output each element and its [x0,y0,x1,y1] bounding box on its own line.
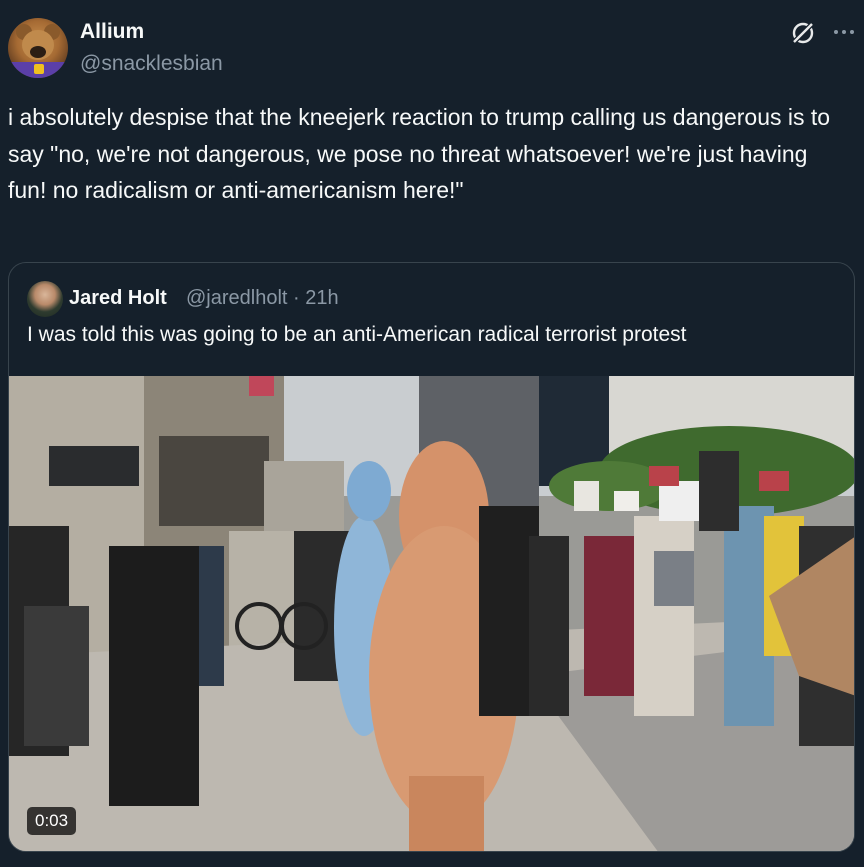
more-horizontal-icon[interactable] [832,22,856,42]
author-display-name[interactable]: Allium [80,20,144,44]
quoted-author-name[interactable]: Jared Holt [69,287,167,310]
quoted-tweet-text: I was told this was going to be an anti-… [27,323,687,346]
video-player[interactable]: 0:03 [9,376,854,851]
quoted-handle-time[interactable]: @jaredlholt · 21h [186,287,339,310]
quoted-author-avatar[interactable] [27,281,63,317]
tweet-text: i absolutely despise that the kneejerk r… [8,104,837,203]
video-frame-illustration [9,376,854,851]
quoted-tweet[interactable]: Jared Holt @jaredlholt · 21h I was told … [8,262,855,852]
grok-icon[interactable] [790,20,816,46]
video-duration-badge: 0:03 [27,807,77,835]
author-handle[interactable]: @snacklesbian [80,52,223,76]
author-avatar[interactable] [8,18,68,78]
tweet: Allium @snacklesbian i absolutely despis… [0,0,864,867]
